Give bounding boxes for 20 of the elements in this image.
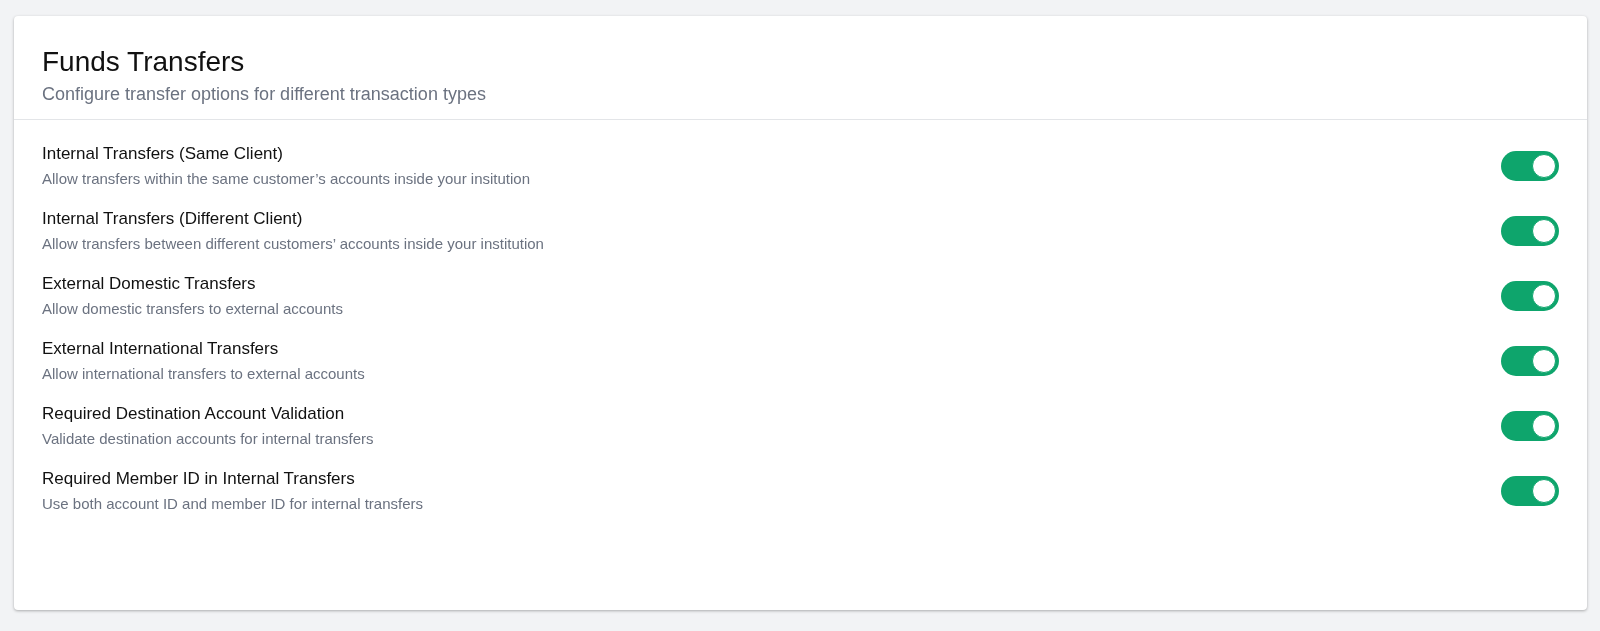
toggle-switch[interactable] [1501, 215, 1559, 246]
toggle-switch[interactable] [1501, 475, 1559, 506]
card-title: Funds Transfers [42, 46, 246, 78]
setting-label: External Domestic Transfers [42, 274, 257, 294]
setting-label: Required Member ID in Internal Transfers [42, 469, 356, 489]
setting-label: Internal Transfers (Same Client) [42, 144, 284, 164]
card-subtitle: Configure transfer options for different transaction types [42, 84, 487, 105]
setting-description: Allow international transfers to external accounts [42, 365, 365, 382]
setting-description: Allow transfers between different customers’ accounts inside your institution [42, 235, 544, 252]
setting-label: External International Transfers [42, 339, 280, 359]
toggle-switch[interactable] [1501, 410, 1559, 441]
setting-description: Allow domestic transfers to external accounts [42, 300, 343, 317]
setting-description: Use both account ID and member ID for internal transfers [42, 495, 423, 512]
setting-description: Allow transfers within the same customer’s accounts inside your insitution [42, 170, 530, 187]
toggle-switch[interactable] [1501, 345, 1559, 376]
toggle-switch[interactable] [1501, 150, 1559, 181]
setting-description: Validate destination accounts for internal transfers [42, 430, 374, 447]
setting-label: Internal Transfers (Different Client) [42, 209, 304, 229]
toggle-switch[interactable] [1501, 280, 1559, 311]
setting-label: Required Destination Account Validation [42, 404, 346, 424]
